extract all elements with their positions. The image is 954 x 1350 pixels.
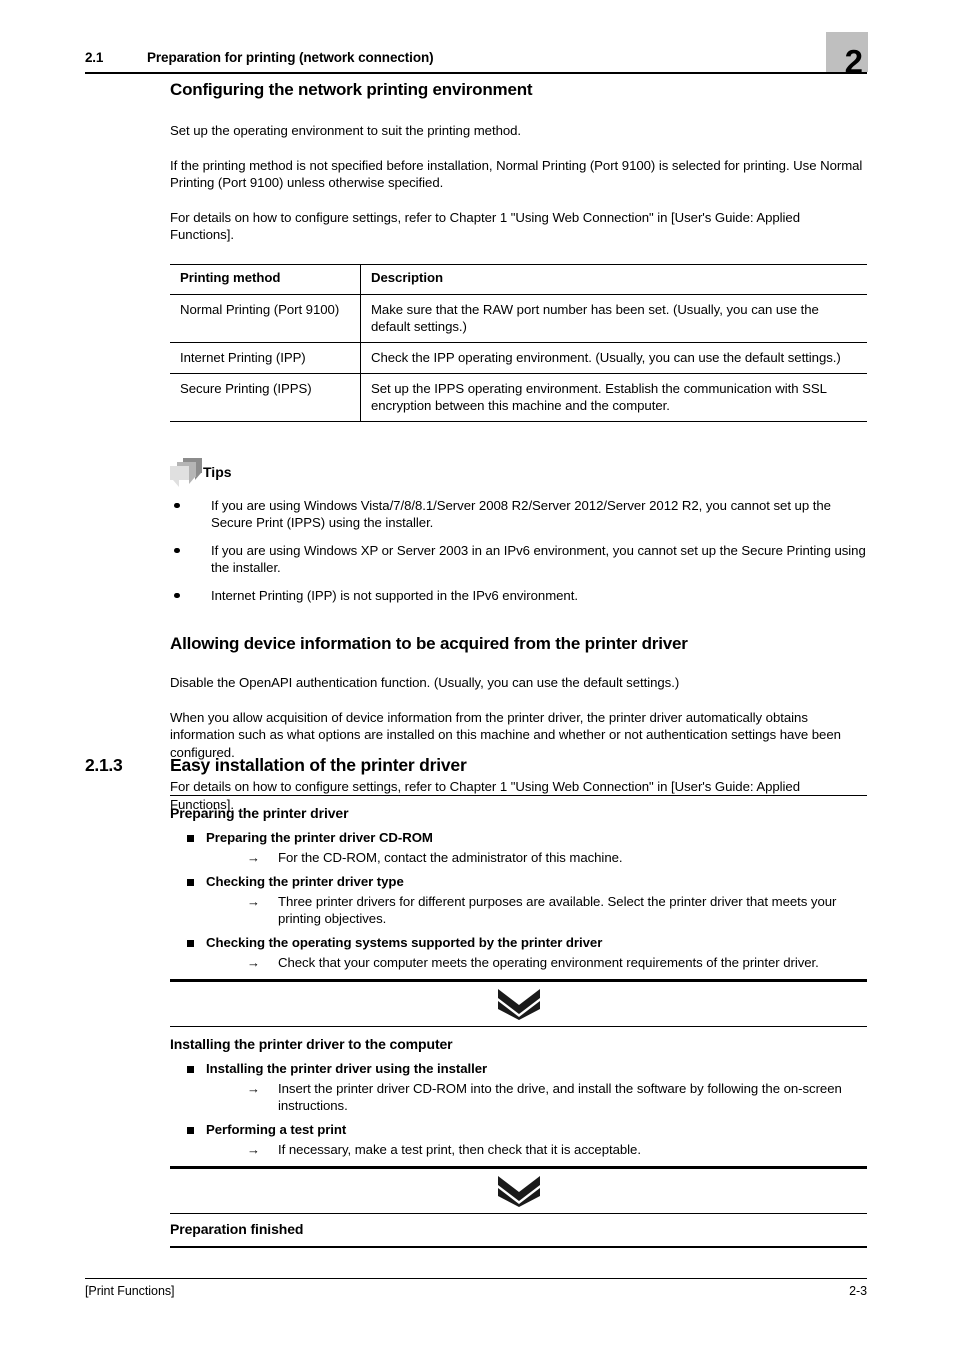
tips-speech-bubbles-icon <box>170 457 204 488</box>
flow-divider-top <box>170 1212 867 1215</box>
footer-divider <box>85 1278 867 1280</box>
tips-label: Tips <box>203 463 232 480</box>
chapter-number-badge: 2 <box>826 32 868 78</box>
paragraph-configure-reference: For details on how to configure settings… <box>170 209 800 243</box>
flow-item: Performing a test print → If necessary, … <box>170 1121 867 1159</box>
flow-item: Checking the printer driver type → Three… <box>170 873 867 928</box>
flow-item-label: Performing a test print <box>206 1121 347 1137</box>
header-row: 2.1 Preparation for printing (network co… <box>85 32 867 66</box>
flow-block-finished: Preparation finished <box>170 1212 867 1249</box>
flow-item: Checking the operating systems supported… <box>170 934 867 972</box>
heading-allowing-device-information: Allowing device information to be acquir… <box>170 634 688 653</box>
flow-item-label: Checking the printer driver type <box>206 873 404 889</box>
flow-subitem: → If necessary, make a test print, then … <box>206 1141 867 1159</box>
section-2-1-3-number: 2.1.3 <box>85 755 123 775</box>
document-page: 2.1 Preparation for printing (network co… <box>0 0 954 1350</box>
table-cell-description: Set up the IPPS operating environment. E… <box>360 373 867 422</box>
table-cell-method: Internet Printing (IPP) <box>170 342 361 374</box>
flow-item: Preparing the printer driver CD-ROM → Fo… <box>170 829 867 867</box>
flow-item: Installing the printer driver using the … <box>170 1060 867 1115</box>
section-2-1-3: 2.1.3 Easy installation of the printer d… <box>85 755 867 794</box>
flow-divider-top <box>170 795 867 797</box>
arrow-icon: → <box>247 954 260 970</box>
paragraph-setup-environment: Set up the operating environment to suit… <box>170 123 522 138</box>
flow-divider-bottom <box>170 979 867 982</box>
flow-divider-bottom <box>170 1166 867 1169</box>
flow-subitem-text: If necessary, make a test print, then ch… <box>278 1141 641 1157</box>
paragraph-acquisition-device-info: When you allow acquisition of device inf… <box>170 709 841 760</box>
flow-item-list: Preparing the printer driver CD-ROM → Fo… <box>170 829 867 971</box>
page-header: 2.1 Preparation for printing (network co… <box>85 32 868 78</box>
arrow-icon: → <box>247 893 260 909</box>
flow-divider-top <box>170 1025 867 1027</box>
tips-list: If you are using Windows Vista/7/8/8.1/S… <box>170 497 867 605</box>
arrow-icon: → <box>247 1080 260 1096</box>
footer-document-title: [Print Functions] <box>85 1284 175 1299</box>
page-footer: [Print Functions] 2-3 <box>85 1278 867 1298</box>
flow-item-label: Installing the printer driver using the … <box>206 1060 488 1076</box>
tips-list-item: If you are using Windows XP or Server 20… <box>170 542 867 577</box>
double-chevron-down-icon <box>170 1169 867 1213</box>
heading-configuring-network-printing: Configuring the network printing environ… <box>170 80 533 99</box>
arrow-icon: → <box>247 850 260 866</box>
paragraph-printing-method-default: If the printing method is not specified … <box>170 157 863 191</box>
tips-list-item: If you are using Windows Vista/7/8/8.1/S… <box>170 497 867 532</box>
flow-subitem-text: Insert the printer driver CD-ROM into th… <box>278 1080 842 1114</box>
flow-subitem: → Insert the printer driver CD-ROM into … <box>206 1080 867 1115</box>
flow-block-title: Preparation finished <box>170 1221 304 1238</box>
table-cell-description: Check the IPP operating environment. (Us… <box>360 342 867 374</box>
tips-section: Tips If you are using Windows Vista/7/8/… <box>170 457 867 605</box>
flow-item-list: Installing the printer driver using the … <box>170 1060 867 1159</box>
paragraph-disable-openapi: Disable the OpenAPI authentication funct… <box>170 675 680 690</box>
tips-list-item: Internet Printing (IPP) is not supported… <box>170 587 867 605</box>
flow-block-preparing: Preparing the printer driver Preparing t… <box>170 795 867 982</box>
flow-subitem-text: For the CD-ROM, contact the administrato… <box>278 850 623 866</box>
table-header-description: Description <box>360 263 867 295</box>
flow-divider-bottom <box>170 1246 867 1249</box>
table-cell-method: Normal Printing (Port 9100) <box>170 294 361 343</box>
table-cell-method: Secure Printing (IPPS) <box>170 373 361 422</box>
table-header-row: Printing method Description <box>170 263 867 295</box>
section-2-1-3-heading: 2.1.3 Easy installation of the printer d… <box>85 755 867 776</box>
table-row: Normal Printing (Port 9100) Make sure th… <box>170 294 867 343</box>
table-row: Internet Printing (IPP) Check the IPP op… <box>170 342 867 374</box>
header-divider <box>85 72 867 74</box>
flow-block-title: Installing the printer driver to the com… <box>170 1035 453 1052</box>
arrow-icon: → <box>247 1141 260 1157</box>
table-row: Secure Printing (IPPS) Set up the IPPS o… <box>170 373 867 422</box>
flow-subitem-text: Three printer drivers for different purp… <box>278 893 837 927</box>
footer-page-number: 2-3 <box>849 1284 867 1299</box>
installation-flow: Preparing the printer driver Preparing t… <box>170 795 867 1249</box>
flow-subitem: → Check that your computer meets the ope… <box>206 954 867 972</box>
table-cell-description: Make sure that the RAW port number has b… <box>360 294 867 343</box>
flow-item-label: Checking the operating systems supported… <box>206 934 603 950</box>
printing-methods-table: Printing method Description Normal Print… <box>170 263 867 422</box>
speech-bubble-front <box>170 465 189 487</box>
flow-block-title: Preparing the printer driver <box>170 805 349 822</box>
main-content: Configuring the network printing environ… <box>170 80 867 830</box>
table-header-printing-method: Printing method <box>170 263 361 295</box>
flow-subitem-text: Check that your computer meets the opera… <box>278 954 819 970</box>
flow-subitem: → Three printer drivers for different pu… <box>206 893 867 928</box>
flow-block-installing: Installing the printer driver to the com… <box>170 1025 867 1169</box>
section-2-1-3-title: Easy installation of the printer driver <box>170 755 467 775</box>
double-chevron-down-icon <box>170 982 867 1026</box>
flow-item-label: Preparing the printer driver CD-ROM <box>206 830 433 846</box>
flow-subitem: → For the CD-ROM, contact the administra… <box>206 849 867 867</box>
tips-header: Tips <box>170 457 867 488</box>
header-section-title: Preparation for printing (network connec… <box>147 50 434 65</box>
footer-row: [Print Functions] 2-3 <box>85 1284 867 1298</box>
header-section-number: 2.1 <box>85 50 104 65</box>
